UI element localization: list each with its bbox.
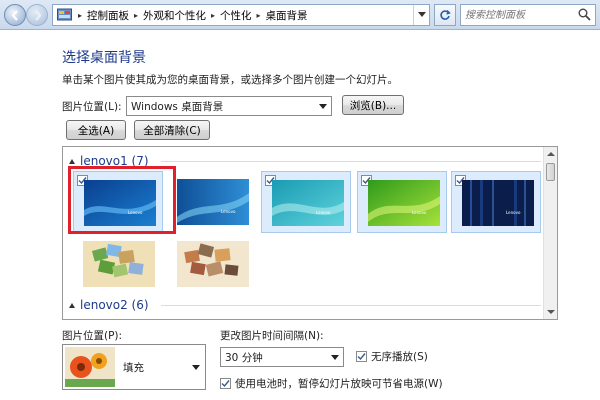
wallpaper-thumbnail[interactable]: Lenovo [261, 171, 351, 233]
brand-text: Lenovo [221, 209, 236, 214]
brand-text: Lenovo [316, 210, 331, 215]
forward-button[interactable] [26, 4, 48, 26]
clear-all-button[interactable]: 全部清除(C) [134, 120, 210, 140]
brand-text: Lenovo [506, 210, 521, 215]
interval-value: 30 分钟 [225, 351, 263, 364]
chevron-down-icon [417, 12, 426, 17]
breadcrumb-separator-icon: ▸ [78, 10, 83, 20]
battery-pause-checkbox[interactable]: 使用电池时，暂停幻灯片放映可节省电源(W) [220, 376, 443, 391]
breadcrumb-appearance[interactable]: 外观和个性化 [141, 8, 208, 23]
search-icon[interactable] [578, 8, 591, 21]
divider [161, 161, 541, 162]
checkmark-icon [357, 353, 366, 361]
wallpaper-image: Lenovo [272, 180, 344, 226]
picture-position-select[interactable]: 填充 [62, 344, 206, 390]
checkmark-icon [221, 380, 230, 388]
chevron-down-icon [192, 365, 200, 370]
browse-button[interactable]: 浏览(B)... [342, 95, 404, 115]
collapse-icon [69, 158, 75, 164]
wallpaper-image [177, 241, 249, 287]
shuffle-checkbox[interactable]: 无序播放(S) [356, 349, 428, 364]
picture-location-value: Windows 桌面背景 [131, 100, 224, 113]
picture-location-select[interactable]: Windows 桌面背景 [126, 96, 332, 116]
wallpaper-thumbnail[interactable] [167, 233, 257, 295]
page-subtitle: 单击某个图片使其成为您的桌面背景，或选择多个图片创建一个幻灯片。 [62, 74, 398, 86]
search-box[interactable] [460, 4, 596, 26]
battery-pause-label: 使用电池时，暂停幻灯片放映可节省电源(W) [235, 378, 443, 390]
divider [161, 305, 541, 306]
refresh-icon [440, 10, 451, 20]
refresh-button[interactable] [434, 4, 456, 26]
page-title: 选择桌面背景 [62, 50, 146, 66]
group-title: lenovo2 (6) [80, 298, 149, 312]
position-preview-image [65, 347, 115, 387]
wallpaper-image: Lenovo [177, 179, 249, 225]
wallpaper-thumbnail[interactable]: Lenovo [357, 171, 447, 233]
picture-position-label: 图片位置(P): [62, 330, 123, 342]
breadcrumb-separator-icon: ▸ [211, 10, 216, 20]
picture-position-value: 填充 [123, 362, 144, 374]
wallpaper-image [83, 241, 155, 287]
picture-location-label: 图片位置(L): [62, 101, 122, 113]
chevron-down-icon [331, 355, 339, 360]
brand-text: Lenovo [412, 210, 427, 215]
breadcrumb-separator-icon: ▸ [256, 10, 261, 20]
back-arrow-icon [11, 10, 18, 21]
wallpaper-thumbnail[interactable] [73, 233, 163, 295]
breadcrumb-control-panel[interactable]: 控制面板 [85, 8, 131, 23]
collapse-icon [69, 302, 75, 308]
address-bar[interactable]: ▸ 控制面板 ▸ 外观和个性化 ▸ 个性化 ▸ 桌面背景 [52, 4, 430, 26]
wallpaper-thumbnail[interactable]: Lenovo [451, 171, 541, 233]
address-dropdown-button[interactable] [413, 5, 429, 25]
navigation-bar: ▸ 控制面板 ▸ 外观和个性化 ▸ 个性化 ▸ 桌面背景 [0, 0, 600, 30]
vertical-scrollbar[interactable] [543, 147, 557, 319]
group-header-lenovo2[interactable]: lenovo2 (6) [69, 297, 541, 313]
shuffle-label: 无序播放(S) [371, 351, 428, 363]
forward-arrow-icon [35, 10, 42, 21]
breadcrumb-desktop-background[interactable]: 桌面背景 [264, 8, 310, 23]
wallpaper-image: Lenovo [368, 180, 440, 226]
highlight-frame [68, 166, 176, 234]
wallpaper-image: Lenovo [462, 180, 534, 226]
control-panel-icon [57, 8, 72, 21]
wallpaper-thumbnail[interactable]: Lenovo [167, 171, 257, 233]
breadcrumb-separator-icon: ▸ [134, 10, 139, 20]
select-all-button[interactable]: 全选(A) [66, 120, 126, 140]
scroll-down-icon[interactable] [547, 310, 555, 314]
back-button[interactable] [4, 4, 26, 26]
search-input[interactable] [461, 5, 571, 25]
interval-label: 更改图片时间间隔(N): [220, 330, 324, 342]
checkbox-box[interactable] [220, 378, 231, 389]
interval-select[interactable]: 30 分钟 [220, 347, 344, 367]
scroll-up-icon[interactable] [547, 152, 555, 156]
scroll-thumb[interactable] [546, 163, 555, 181]
chevron-down-icon [319, 104, 327, 109]
breadcrumb-personalization[interactable]: 个性化 [218, 8, 254, 23]
checkbox-box[interactable] [356, 351, 367, 362]
